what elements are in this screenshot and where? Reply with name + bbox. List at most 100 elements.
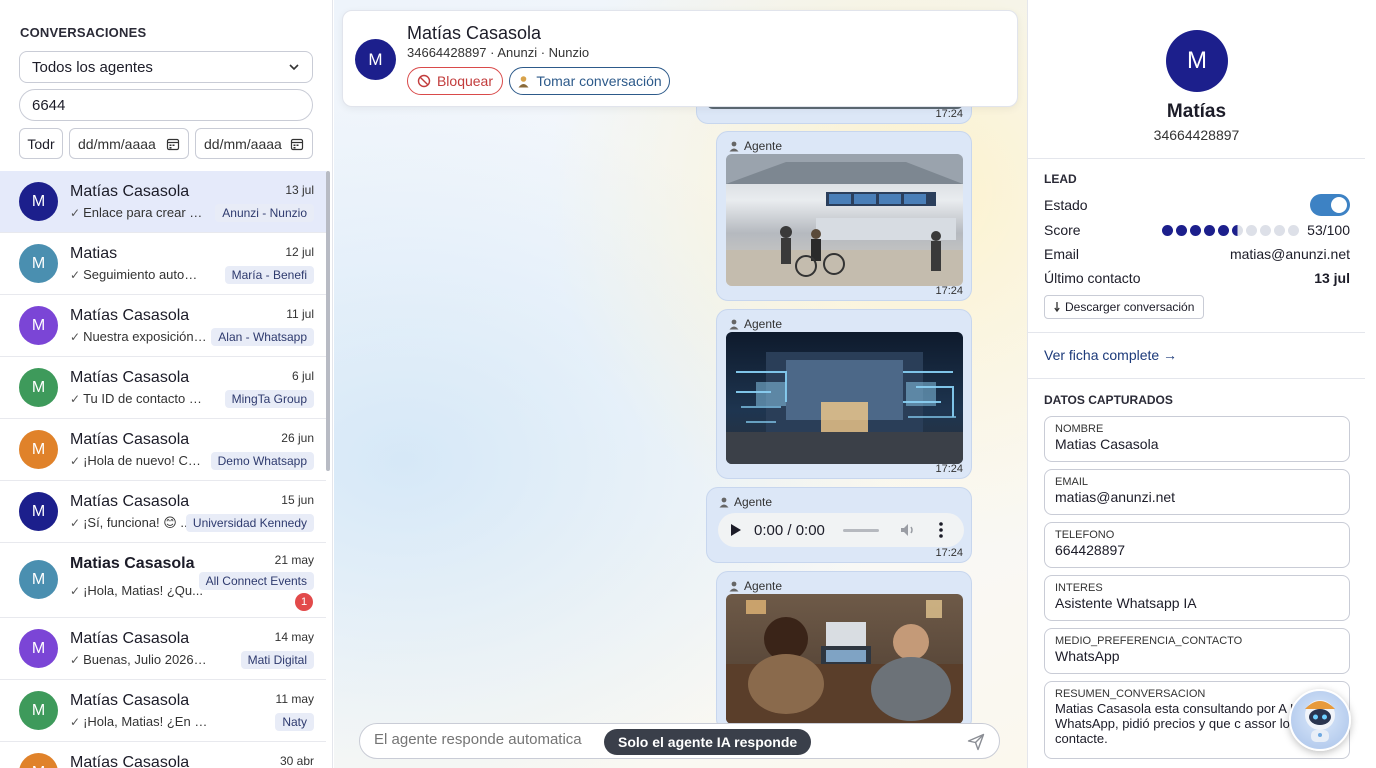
lead-heading: LEAD <box>1044 172 1077 186</box>
message-image[interactable] <box>726 594 963 724</box>
agent-tag: Anunzi - Nunzio <box>215 204 314 222</box>
avatar: M <box>1166 30 1228 92</box>
estado-toggle[interactable] <box>1310 194 1350 216</box>
captured-field-card: TELEFONO 664428897 <box>1044 522 1350 568</box>
assistant-bot-button[interactable] <box>1289 689 1351 751</box>
calendar-icon[interactable] <box>290 137 304 151</box>
conversation-date: 15 jun <box>281 493 314 507</box>
score-dot <box>1260 224 1272 236</box>
message-image[interactable] <box>726 154 963 286</box>
agent-tag: All Connect Events <box>198 572 314 590</box>
chevron-down-icon <box>289 64 299 71</box>
conversation-preview: ✓Buenas, Julio 2026 tiene ... <box>70 652 208 667</box>
field-key: TELEFONO <box>1055 529 1115 541</box>
field-value: Matias Casasola <box>1055 436 1159 452</box>
field-value: Asistente Whatsapp IA <box>1055 595 1197 611</box>
audio-progress-track[interactable] <box>842 528 879 532</box>
conversation-list-scrollbar[interactable] <box>326 171 330 471</box>
check-icon: ✓ <box>70 715 81 729</box>
captured-field-card: EMAIL matias@anunzi.net <box>1044 469 1350 515</box>
check-icon: ✓ <box>70 653 81 667</box>
message-image[interactable] <box>726 332 963 464</box>
volume-icon[interactable] <box>899 522 917 538</box>
user-icon <box>719 497 729 507</box>
date-from-field[interactable]: dd/mm/aaaa <box>69 128 189 159</box>
conversation-item[interactable]: M Matias 12 jul ✓ Seguimiento automáti... Mar… <box>0 233 326 295</box>
download-icon <box>1054 302 1060 313</box>
score-dot <box>1176 224 1188 236</box>
avatar: M <box>19 182 58 221</box>
conversation-item[interactable]: M Matías Casasola 30 abr <box>0 742 326 768</box>
user-icon <box>729 141 739 151</box>
conversation-name: Matías Casasola <box>70 754 190 768</box>
conversation-item[interactable]: M Matías Casasola 14 may ✓ Buenas, Julio 202… <box>0 618 326 680</box>
conversation-item[interactable]: M Matías Casasola 11 may ✓ ¡Hola, Matias! ¿E… <box>0 680 326 742</box>
block-button[interactable]: Bloquear <box>407 67 503 95</box>
conversation-item[interactable]: M Matías Casasola 11 jul ✓ Nuestra exposició… <box>0 295 326 357</box>
field-key: MEDIO_PREFERENCIA_CONTACTO <box>1055 635 1243 647</box>
chat-header: M Matías Casasola 34664428897 · Anunzi ·… <box>342 10 1018 107</box>
conversation-name: Matias <box>70 245 118 262</box>
conversation-item[interactable]: M Matias Casasola 21 may ✓ ¡Hola, Matias! ¿Q… <box>0 543 326 618</box>
date-to-field[interactable]: dd/mm/aaaa <box>195 128 313 159</box>
agent-tag: Naty <box>275 713 314 731</box>
score-dot <box>1246 224 1258 236</box>
agent-select[interactable]: Todos los agentes <box>19 51 313 83</box>
message-bubble: Agente 0:00 / 0:00 17:24 <box>706 487 972 563</box>
conversation-name: Matias Casasola <box>70 555 195 572</box>
profile-name: Matías <box>1166 101 1227 122</box>
conversation-preview: ✓ Nuestra exposición f... <box>70 329 208 344</box>
conversation-name: Matías Casasola <box>70 307 190 324</box>
divider <box>1028 158 1365 159</box>
send-icon[interactable] <box>967 733 985 751</box>
message-time: 17:24 <box>935 463 963 475</box>
avatar: M <box>19 691 58 730</box>
agent-select-value: Todos los agentes <box>32 58 153 76</box>
estado-row: Estado <box>1044 194 1350 216</box>
score-dot <box>1274 224 1286 236</box>
score-dots <box>1162 224 1300 236</box>
more-options-icon[interactable] <box>939 522 943 538</box>
take-conversation-button[interactable]: Tomar conversación <box>509 67 670 95</box>
unread-badge: 1 <box>295 593 313 611</box>
conversation-preview: ✓ ¡Hola de nuevo! Con... <box>70 453 208 468</box>
avatar: M <box>19 629 58 668</box>
download-conversation-button[interactable]: Descarger conversación <box>1044 295 1205 319</box>
captured-data-heading: DATOS CAPTURADOS <box>1044 393 1173 407</box>
agent-tag: Demo Whatsapp <box>210 452 314 470</box>
calendar-icon[interactable] <box>166 137 180 151</box>
score-dot <box>1190 224 1202 236</box>
score-dot <box>1218 224 1230 236</box>
message-sender: Agente <box>729 579 782 593</box>
field-value: matias@anunzi.net <box>1055 489 1176 505</box>
conversation-name: Matías Casasola <box>70 431 190 448</box>
conversation-preview: ✓ ¡Hola, Matias! ¿Qu... <box>70 583 203 598</box>
message-input[interactable] <box>374 731 584 748</box>
conversation-item[interactable]: M Matías Casasola 15 jun ✓ ¡Sí, funciona! 😊 … <box>0 481 326 543</box>
conversation-list: M Matías Casasola 13 jul ✓ Enlace para crear… <box>0 171 326 768</box>
avatar: M <box>19 430 58 469</box>
conversation-date: 13 jul <box>285 183 314 197</box>
conversation-name: Matías Casasola <box>70 369 190 386</box>
audio-player[interactable]: 0:00 / 0:00 <box>718 513 964 547</box>
conversation-date: 30 abr <box>279 754 314 768</box>
take-conversation-label: Tomar conversación <box>536 73 662 89</box>
conversation-item[interactable]: M Matías Casasola 13 jul ✓ Enlace para crear… <box>0 171 326 233</box>
conversation-item[interactable]: M Matías Casasola 6 jul ✓ Tu ID de contacto … <box>0 357 326 419</box>
todr-button[interactable]: Todr <box>19 128 63 159</box>
avatar: M <box>19 244 58 283</box>
conversation-name: Matías Casasola <box>70 493 190 510</box>
date-to-placeholder: dd/mm/aaaa <box>204 135 282 152</box>
conversation-item[interactable]: M Matías Casasola 26 jun ✓ ¡Hola de nuevo! C… <box>0 419 326 481</box>
avatar: M <box>19 306 58 345</box>
play-icon[interactable] <box>730 523 742 537</box>
avatar: M <box>19 753 58 768</box>
message-time: 17:24 <box>935 285 963 297</box>
check-icon: ✓ <box>70 330 81 344</box>
view-full-profile-link[interactable]: Ver ficha complete → <box>1044 347 1177 363</box>
chat-contact-subtitle: 34664428897 · Anunzi · Nunzio <box>407 45 590 60</box>
search-input[interactable] <box>19 89 313 121</box>
user-icon <box>729 581 739 591</box>
captured-field-card: MEDIO_PREFERENCIA_CONTACTO WhatsApp <box>1044 628 1350 674</box>
conversations-panel: CONVERSACIONES Todos los agentes Todr dd… <box>0 0 333 768</box>
